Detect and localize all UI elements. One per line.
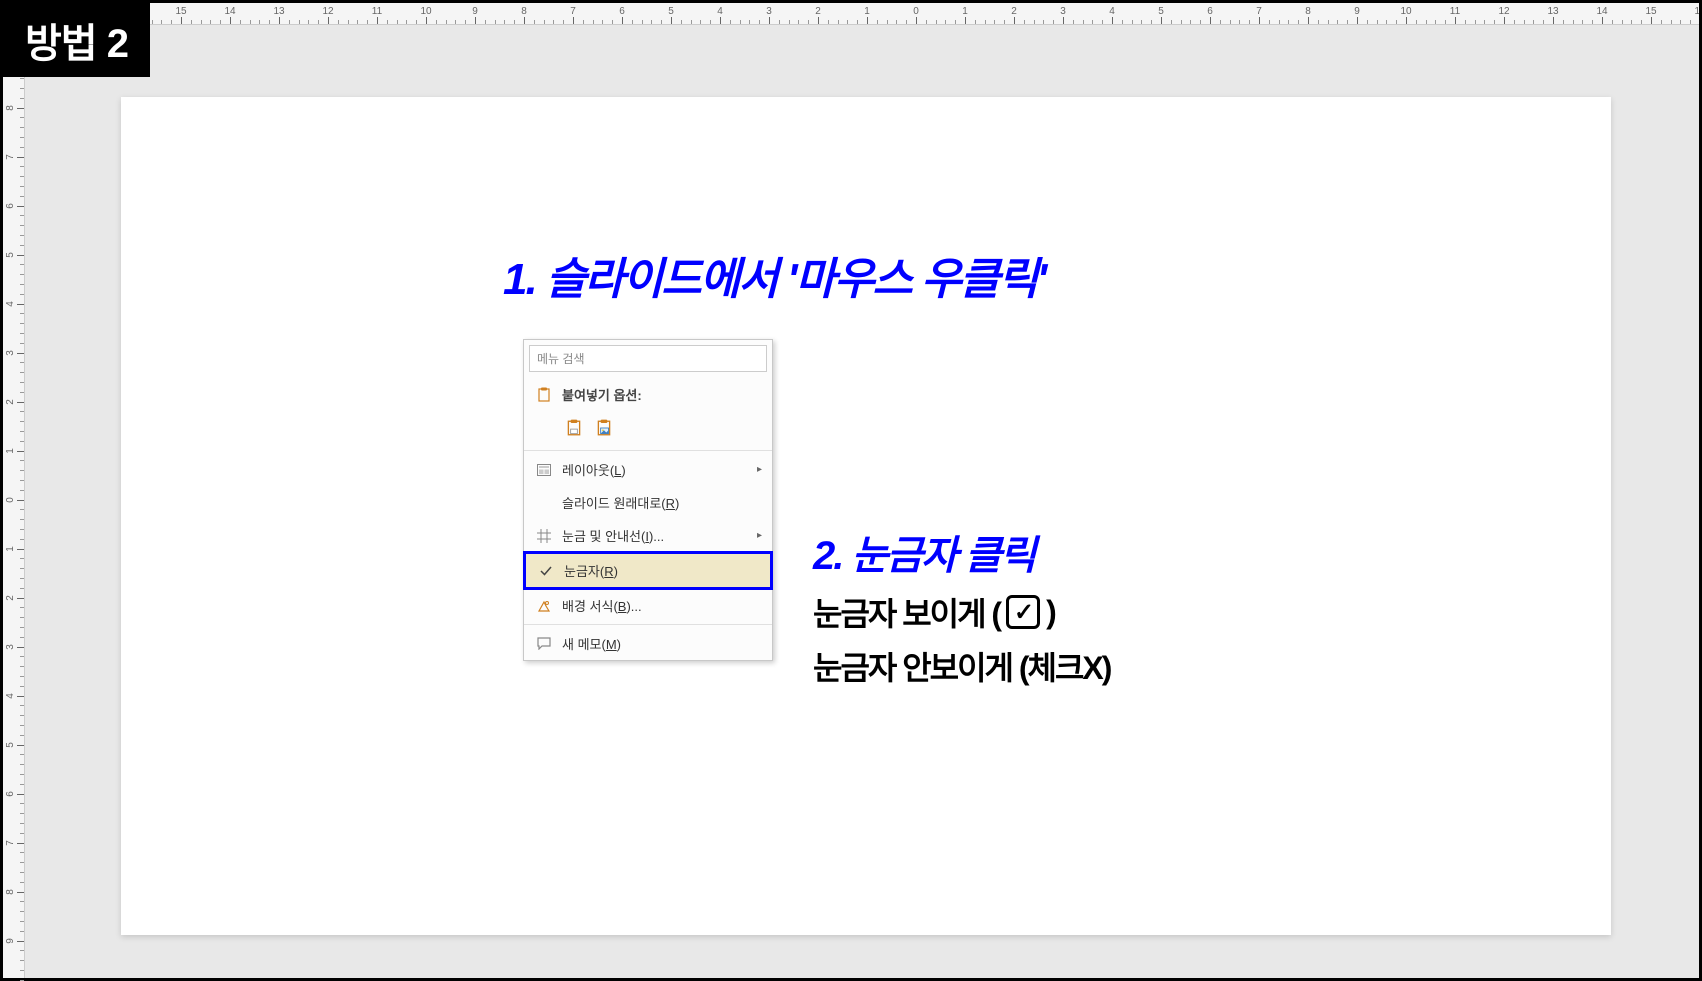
paste-option-keep-source[interactable] [562,416,586,440]
menu-divider [524,450,772,451]
menu-ruler[interactable]: 눈금자(R) [523,551,773,590]
checkbox-checked-icon [1006,595,1040,629]
comment-icon [534,636,554,652]
step2-sub1-post: ) [1046,594,1055,631]
step2-sub2: 눈금자 안보이게 (체크X) [813,643,1110,689]
grid-icon [534,528,554,544]
paste-option-picture[interactable] [592,416,616,440]
slide[interactable] [121,97,1611,935]
menu-background-format[interactable]: 배경 서식(B)... [524,589,772,622]
menu-layout-label: 레이아웃(L) [562,460,626,479]
paste-options-text: 붙여넣기 옵션: [562,385,642,404]
menu-reset-slide[interactable]: 슬라이드 원래대로(R) [524,486,772,519]
layout-icon [534,462,554,478]
horizontal-ruler: 1615141312111098765432101234567891011121… [47,3,1699,25]
paste-options-label: 붙여넣기 옵션: [524,377,772,411]
step1-instruction: 1. 슬라이드에서 '마우스 우클릭' [503,243,1045,307]
menu-background-label: 배경 서식(B)... [562,596,642,615]
menu-ruler-label: 눈금자(R) [564,561,618,580]
menu-search-input[interactable]: 메뉴 검색 [529,345,767,372]
check-icon [536,563,556,579]
reset-icon [534,495,554,511]
canvas-area [25,25,1699,978]
context-menu: 메뉴 검색 붙여넣기 옵션: 레이아웃(L) 슬라이드 원래대로(R) 눈금 및… [523,339,773,661]
paste-options-row [524,411,772,448]
paste-icon [534,387,554,403]
menu-grid-guides[interactable]: 눈금 및 안내선(I)... [524,519,772,552]
step2-sub1: 눈금자 보이게 ( ) [813,589,1110,635]
vertical-ruler: 9876543210123456789 [3,25,25,978]
method-badge: 방법 2 [3,3,150,77]
step2-sub1-pre: 눈금자 보이게 ( [813,589,1000,635]
menu-comment-label: 새 메모(M) [562,634,621,653]
menu-grid-label: 눈금 및 안내선(I)... [562,526,664,545]
background-icon [534,598,554,614]
menu-reset-label: 슬라이드 원래대로(R) [562,493,679,512]
menu-new-comment[interactable]: 새 메모(M) [524,627,772,660]
step2-annotation: 2. 눈금자 클릭 눈금자 보이게 ( ) 눈금자 안보이게 (체크X) [813,523,1110,689]
menu-layout[interactable]: 레이아웃(L) [524,453,772,486]
menu-divider [524,624,772,625]
step2-title: 2. 눈금자 클릭 [813,523,1110,581]
